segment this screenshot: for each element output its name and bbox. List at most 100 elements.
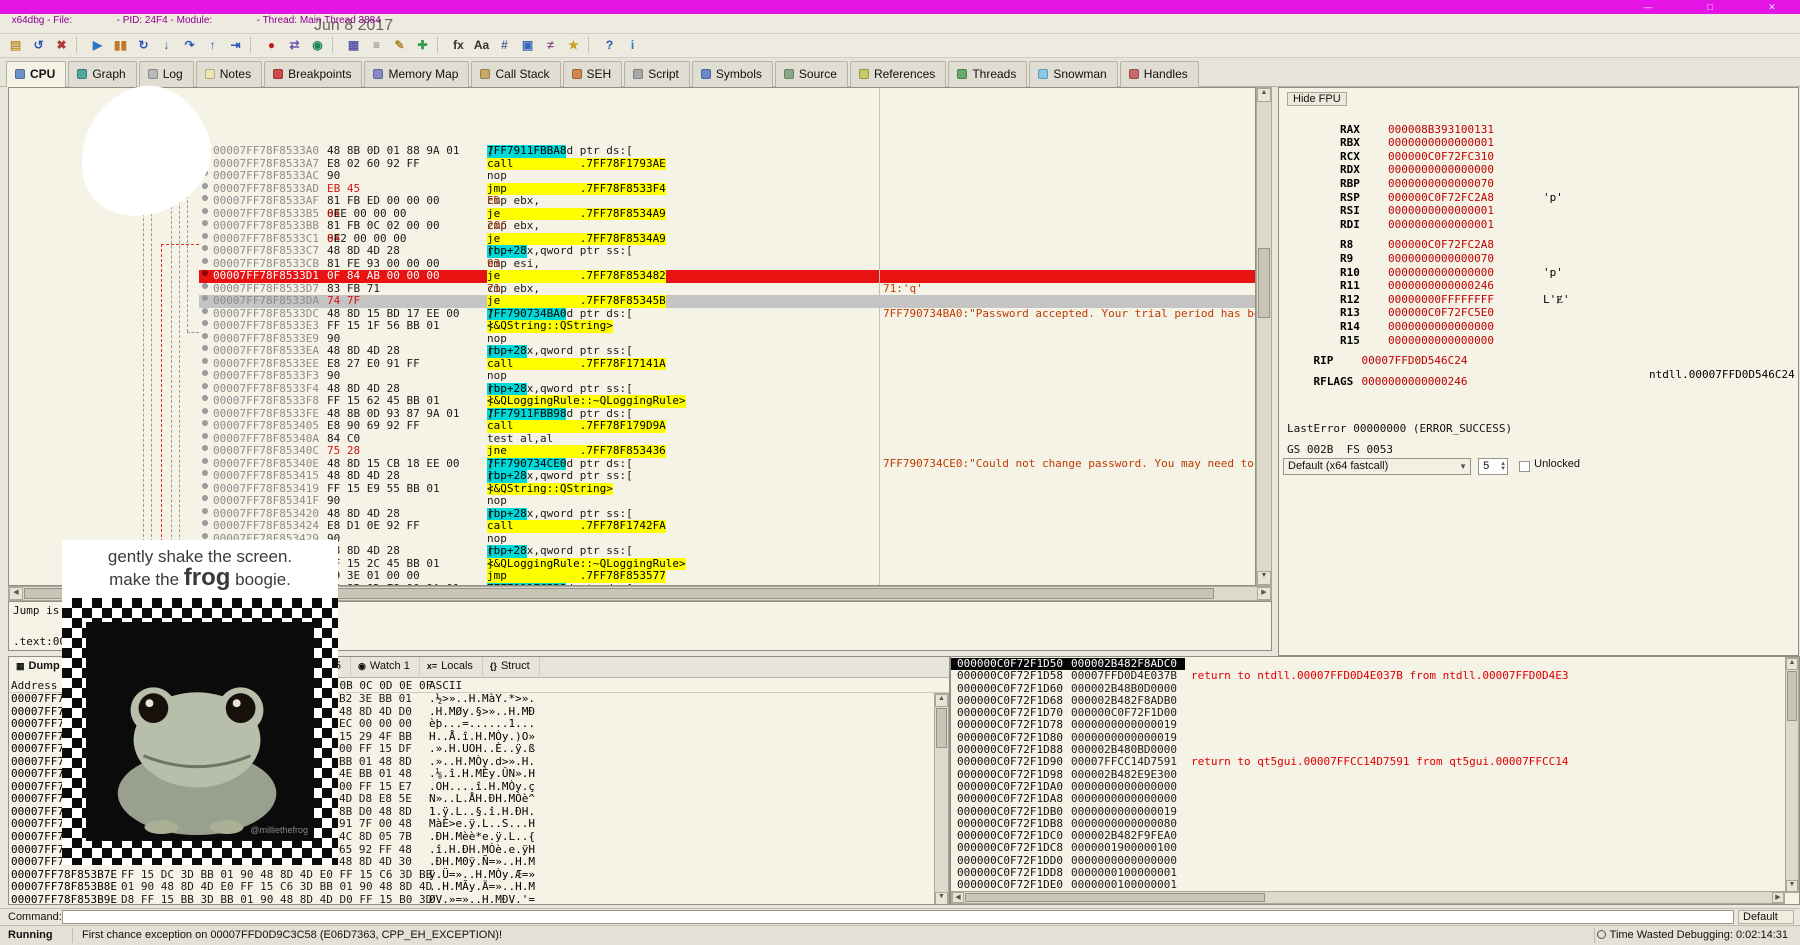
stack-row[interactable]: 000000C0F72F1D58 00007FFD0D4E037B return… <box>951 670 1785 682</box>
scroll-left-icon[interactable]: ◀ <box>952 892 964 903</box>
breakpoint-dot[interactable] <box>202 495 208 501</box>
breakpoint-dot[interactable] <box>202 420 208 426</box>
breakpoint-dot[interactable] <box>202 470 208 476</box>
scroll-thumb[interactable] <box>1787 671 1797 721</box>
breakpoint-dot[interactable] <box>202 183 208 189</box>
hide-fpu-button[interactable]: Hide FPU <box>1287 92 1347 106</box>
stack-vscrollbar[interactable]: ▲ ▼ <box>1785 657 1799 893</box>
disassembly-row[interactable]: 00007FF78F8533DA 74 7F je .7FF78F85345B <box>199 295 1256 308</box>
breakpoint-dot[interactable] <box>202 295 208 301</box>
disassembly-row[interactable]: 00007FF78F8533D1 0F 84 AB 00 00 00 je .7… <box>199 270 1256 283</box>
toolbar-button[interactable] <box>437 37 444 53</box>
settings-icon[interactable]: fx <box>447 34 470 56</box>
step-into-icon[interactable]: ↓ <box>155 34 178 56</box>
breakpoint-dot[interactable] <box>202 433 208 439</box>
disassembly-row[interactable]: 00007FF78F8533AF 81 FB ED 00 00 00 cmp e… <box>199 195 1256 208</box>
dump-row[interactable]: 00007FF78F853B8E 01 90 48 8D 4D E0 FF 15… <box>9 881 934 894</box>
register-row[interactable]: RBX0000000000000001 <box>1279 123 1798 137</box>
scroll-thumb[interactable] <box>936 708 947 748</box>
breakpoint-dot[interactable] <box>202 395 208 401</box>
tab-cpu[interactable]: CPU <box>6 61 66 87</box>
help-icon[interactable]: ? <box>598 34 621 56</box>
disassembly-row[interactable]: 00007FF78F85342A 48 8D 4D 28 lea rcx,qwo… <box>199 545 1256 558</box>
register-row[interactable]: RDX0000000000000000 <box>1279 150 1798 164</box>
disassembly-row[interactable]: 00007FF78F8533EE E8 27 E0 91 FF call .7F… <box>199 358 1256 371</box>
restart-animate-icon[interactable]: ↻ <box>132 34 155 56</box>
breakpoint-dot[interactable] <box>202 408 208 414</box>
disassembly-row[interactable]: 00007FF78F8533A7 E8 02 60 92 FF call .7F… <box>199 158 1256 171</box>
breakpoint-dot[interactable] <box>202 245 208 251</box>
segment-registers-row[interactable]: GS 002B FS 0053 <box>1279 443 1798 457</box>
breakpoint-dot[interactable] <box>202 445 208 451</box>
disassembly-row[interactable]: 00007FF78F8533A0 48 8B 0D 01 88 9A 01 mo… <box>199 145 1256 158</box>
disassembly-row[interactable]: 00007FF78F853415 48 8D 4D 28 lea rcx,qwo… <box>199 470 1256 483</box>
tab-call-stack[interactable]: Call Stack <box>471 61 560 87</box>
pause-icon[interactable]: ▮▮ <box>109 34 132 56</box>
disassembly-vscrollbar[interactable]: ▲ ▼ <box>1256 87 1272 586</box>
stop-icon[interactable]: ✖ <box>50 34 73 56</box>
breakpoint-dot[interactable] <box>202 283 208 289</box>
disassembly-row[interactable]: 00007FF78F853405 E8 90 69 92 FF call .7F… <box>199 420 1256 433</box>
tab-handles[interactable]: Handles <box>1120 61 1199 87</box>
register-row[interactable]: RSI0000000000000001 <box>1279 191 1798 205</box>
breakpoint-icon[interactable]: ● <box>260 34 283 56</box>
breakpoint-dot[interactable] <box>202 333 208 339</box>
disassembly-row[interactable]: 00007FF78F85341F 90 nop <box>199 495 1256 508</box>
scroll-up-icon[interactable]: ▲ <box>1786 658 1798 670</box>
argument-row[interactable] <box>1279 533 1798 546</box>
disassembly-row[interactable]: 00007FF78F8533BB 81 FB 0C 02 00 00 cmp e… <box>199 220 1256 233</box>
scroll-right-icon[interactable]: ▶ <box>1257 587 1271 600</box>
tab-threads[interactable]: Threads <box>948 61 1027 87</box>
disassembly-row[interactable]: 00007FF78F85340C 75 28 jne .7FF78F853436 <box>199 445 1256 458</box>
watch-icon[interactable]: ◉ <box>306 34 329 56</box>
stack-pane[interactable]: 000000C0F72F1D50 000002B482F8ADC0 000000… <box>950 656 1800 905</box>
lasterror-row[interactable]: LastError 00000000 (ERROR_SUCCESS) <box>1279 422 1798 436</box>
tab-references[interactable]: References <box>850 61 946 87</box>
scroll-up-icon[interactable]: ▲ <box>935 694 948 707</box>
breakpoint-dot[interactable] <box>202 220 208 226</box>
register-row[interactable]: R100000000000000000 <box>1279 252 1798 266</box>
toolbar-button[interactable] <box>250 37 257 53</box>
breakpoint-dot[interactable] <box>202 233 208 239</box>
favourites-icon[interactable]: ★ <box>562 34 585 56</box>
toolbar-button[interactable] <box>76 37 83 53</box>
scroll-down-icon[interactable]: ▼ <box>935 892 948 905</box>
compare-icon[interactable]: ≠ <box>539 34 562 56</box>
stack-row[interactable]: 000000C0F72F1D90 00007FFCC14D7591 return… <box>951 756 1785 768</box>
patch-icon[interactable]: ✚ <box>411 34 434 56</box>
command-mode-select[interactable]: Default <box>1738 910 1794 924</box>
stack-row[interactable]: 000000C0F72F1D78 0000000000000019 <box>951 719 1785 731</box>
dump-vscrollbar[interactable]: ▲ ▼ <box>934 693 949 905</box>
cpu-icon[interactable]: ▣ <box>516 34 539 56</box>
tab-breakpoints[interactable]: Breakpoints <box>264 61 362 87</box>
register-row[interactable]: R110000000000000246 L'Ɇ' <box>1279 266 1798 280</box>
flags-row[interactable] <box>1279 375 1798 389</box>
stack-row[interactable]: 000000C0F72F1DE0 0000000100000001 <box>951 879 1785 891</box>
step-out-icon[interactable]: ↑ <box>201 34 224 56</box>
argument-row[interactable] <box>1279 520 1798 533</box>
tab-script[interactable]: Script <box>624 61 690 87</box>
stack-hscrollbar[interactable]: ◀ ▶ <box>951 891 1785 904</box>
dump-row[interactable]: 00007FF78F853B9E D8 FF 15 BB 3D BB 01 90… <box>9 894 934 905</box>
tab-source[interactable]: Source <box>775 61 848 87</box>
breakpoint-dot[interactable] <box>202 533 208 539</box>
calculator-icon[interactable]: # <box>493 34 516 56</box>
disassembly-row[interactable]: 00007FF78F8533F8 FF 15 62 45 BB 01 call … <box>199 395 1256 408</box>
breakpoint-dot[interactable] <box>202 520 208 526</box>
calling-convention-select[interactable]: Default (x64 fastcall)▼ <box>1283 458 1471 475</box>
register-row[interactable]: R140000000000000000 <box>1279 306 1798 320</box>
register-row[interactable]: R13000000C0F72FC5E0 <box>1279 293 1798 307</box>
command-input[interactable] <box>62 910 1734 924</box>
memory-map-icon[interactable]: ▦ <box>342 34 365 56</box>
disassembly-row[interactable]: 00007FF78F853424 E8 D1 0E 92 FF call .7F… <box>199 520 1256 533</box>
tab-log[interactable]: Log <box>139 61 194 87</box>
breakpoint-dot[interactable] <box>202 345 208 351</box>
run-to-user-code-icon[interactable]: ⇥ <box>224 34 247 56</box>
unlocked-checkbox[interactable] <box>1519 461 1530 472</box>
register-row[interactable]: RSP000000C0F72FC2A8 <box>1279 177 1798 191</box>
rflags-row[interactable]: RFLAGS0000000000000246 <box>1279 361 1798 375</box>
argument-row[interactable] <box>1279 480 1798 493</box>
tab-memory-map[interactable]: Memory Map <box>364 61 469 87</box>
breakpoint-dot[interactable] <box>202 358 208 364</box>
disassembly-row[interactable]: 00007FF78F853434 E9 3E 01 00 00 jmp .7FF… <box>199 570 1256 583</box>
